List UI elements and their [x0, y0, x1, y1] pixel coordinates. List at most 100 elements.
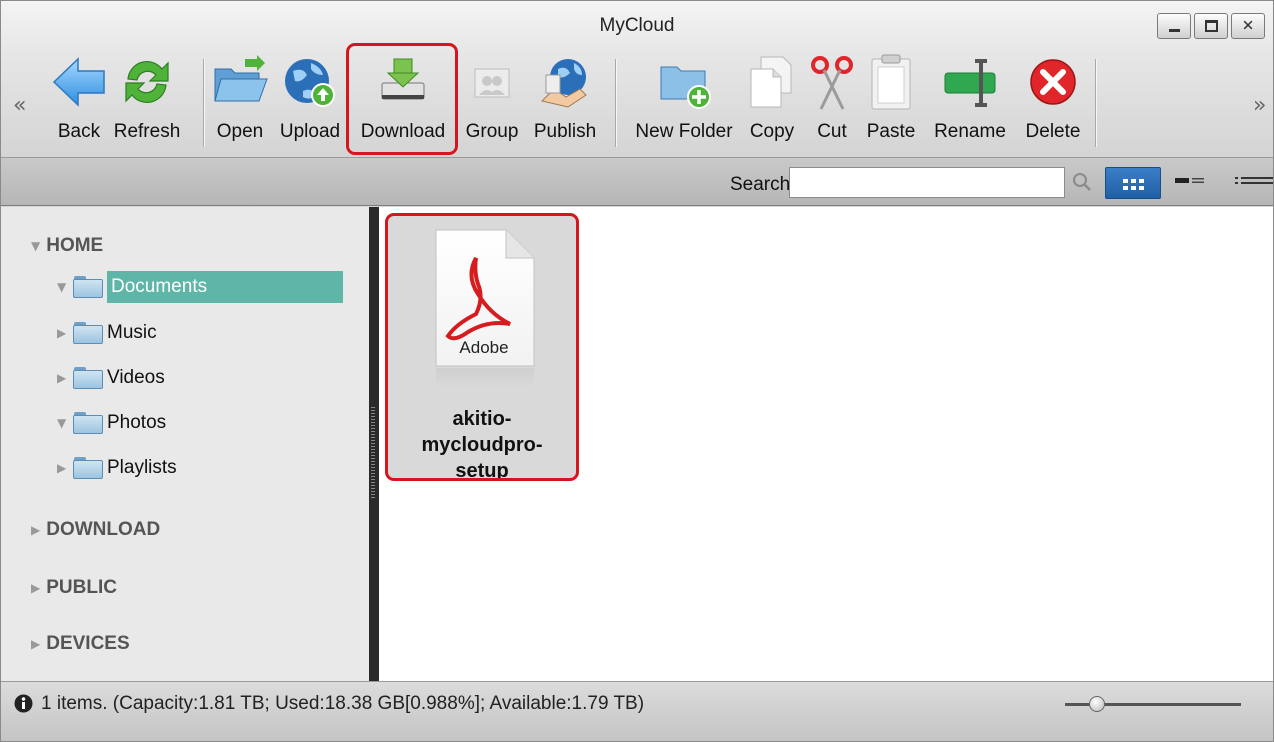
collapsed-triangle-icon: ▶ [31, 523, 41, 537]
publish-globe-icon [541, 59, 587, 108]
search-input[interactable] [789, 167, 1065, 198]
scissors-icon [811, 56, 853, 110]
info-icon [14, 694, 33, 713]
collapsed-triangle-icon: ▶ [57, 371, 67, 385]
sidebar-item-label: Videos [107, 367, 165, 388]
adobe-logo-text: Adobe [459, 338, 508, 357]
sidebar-item-music[interactable]: ▶ Music [57, 317, 157, 349]
window-title: MyCloud [599, 15, 675, 36]
title-toolbar-area: MyCloud ✕ « » Back Refresh Open Upload D… [1, 1, 1273, 158]
publish-button[interactable]: Publish [527, 49, 603, 154]
rename-label: Rename [934, 121, 1006, 142]
back-label: Back [57, 121, 101, 142]
expanded-triangle-icon: ▼ [57, 280, 67, 294]
grid-view-icon [1123, 179, 1144, 190]
rename-icon [944, 59, 996, 107]
status-text: 1 items. (Capacity:1.81 TB; Used:18.38 G… [41, 693, 645, 714]
sidebar-splitter[interactable] [369, 207, 379, 681]
collapsed-triangle-icon: ▶ [57, 326, 67, 340]
search-icon[interactable] [1069, 169, 1095, 195]
rename-button[interactable]: Rename [923, 49, 1017, 154]
sidebar-item-videos[interactable]: ▶ Videos [57, 362, 165, 394]
search-label: Search [730, 174, 791, 195]
folder-icon [73, 367, 103, 389]
sidebar-item-label: Music [107, 322, 157, 343]
file-item[interactable]: Adobe akitio- mycloudpro- setup [385, 213, 579, 481]
close-icon: ✕ [1241, 16, 1255, 35]
collapsed-triangle-icon: ▶ [31, 581, 41, 595]
copy-label: Copy [749, 121, 795, 142]
close-window-button[interactable]: ✕ [1231, 13, 1265, 39]
folder-icon [73, 276, 103, 298]
back-button[interactable]: Back [49, 49, 109, 154]
folder-icon [73, 322, 103, 344]
back-arrow-icon [52, 57, 105, 107]
splitter-grip-icon [371, 407, 375, 499]
icon-view-button[interactable] [1105, 167, 1161, 199]
toolbar-separator [203, 59, 204, 147]
open-folder-icon [214, 55, 268, 102]
group-button[interactable]: Group [459, 49, 525, 154]
sidebar-item-documents[interactable]: ▼ Documents [57, 271, 343, 303]
list-view-icon[interactable] [1173, 172, 1207, 192]
minimize-icon [1169, 29, 1180, 32]
maximize-button[interactable] [1194, 13, 1228, 39]
expanded-triangle-icon: ▼ [31, 239, 41, 253]
upload-button[interactable]: Upload [273, 49, 347, 154]
upload-label: Upload [279, 121, 341, 142]
file-name: akitio- mycloudpro- setup [388, 406, 576, 481]
delete-button[interactable]: Delete [1017, 49, 1089, 154]
sidebar-item-label: Playlists [107, 457, 177, 478]
sidebar: ▼ HOME ▼ Documents ▶ Music ▶ Videos ▼ Ph… [1, 207, 371, 681]
section-label: HOME [46, 235, 104, 256]
minimize-button[interactable] [1157, 13, 1191, 39]
sidebar-item-photos[interactable]: ▼ Photos [57, 407, 166, 439]
sidebar-section-download[interactable]: ▶ DOWNLOAD [31, 519, 160, 541]
sidebar-section-public[interactable]: ▶ PUBLIC [31, 577, 117, 599]
delete-icon [1030, 59, 1076, 105]
cut-button[interactable]: Cut [807, 49, 857, 154]
sidebar-section-home[interactable]: ▼ HOME [31, 235, 103, 257]
new-folder-icon [660, 66, 711, 109]
mycloud-window: MyCloud ✕ « » Back Refresh Open Upload D… [0, 0, 1274, 742]
collapsed-triangle-icon: ▶ [31, 637, 41, 651]
paste-button[interactable]: Paste [859, 49, 923, 154]
toolbar-separator [615, 59, 616, 147]
collapsed-triangle-icon: ▶ [57, 461, 67, 475]
expanded-triangle-icon: ▼ [57, 416, 67, 430]
folder-icon [73, 412, 103, 434]
toolbar: Back Refresh Open Upload Download Group … [1, 49, 1273, 154]
group-label: Group [465, 121, 519, 142]
clipboard-icon [871, 54, 911, 110]
delete-label: Delete [1025, 121, 1081, 142]
sidebar-section-devices[interactable]: ▶ DEVICES [31, 633, 130, 655]
sidebar-item-label: Documents [107, 271, 343, 303]
publish-label: Publish [533, 121, 597, 142]
paste-label: Paste [866, 121, 916, 142]
section-label: DEVICES [46, 633, 130, 654]
copy-icon [750, 56, 792, 108]
open-button[interactable]: Open [209, 49, 271, 154]
maximize-icon [1205, 20, 1218, 32]
section-label: DOWNLOAD [46, 519, 161, 540]
folder-icon [73, 457, 103, 479]
new-folder-button[interactable]: New Folder [625, 49, 743, 154]
section-label: PUBLIC [46, 577, 117, 598]
refresh-button[interactable]: Refresh [109, 49, 185, 154]
download-highlight-frame [346, 43, 458, 155]
sidebar-item-label: Photos [107, 412, 167, 433]
sidebar-item-playlists[interactable]: ▶ Playlists [57, 452, 177, 484]
zoom-slider-thumb[interactable] [1088, 696, 1105, 712]
status-bar: 1 items. (Capacity:1.81 TB; Used:18.38 G… [1, 681, 1273, 741]
group-users-icon [474, 68, 510, 98]
new-folder-label: New Folder [635, 121, 733, 142]
file-name-line: mycloudpro- [421, 434, 543, 456]
window-controls: ✕ [1157, 13, 1265, 39]
refresh-icon [125, 60, 169, 104]
open-label: Open [216, 121, 264, 142]
copy-button[interactable]: Copy [743, 49, 801, 154]
detail-view-icon[interactable] [1233, 172, 1273, 192]
file-name-line: setup [455, 460, 509, 481]
pdf-icon: Adobe [435, 229, 535, 388]
cut-label: Cut [817, 121, 847, 142]
